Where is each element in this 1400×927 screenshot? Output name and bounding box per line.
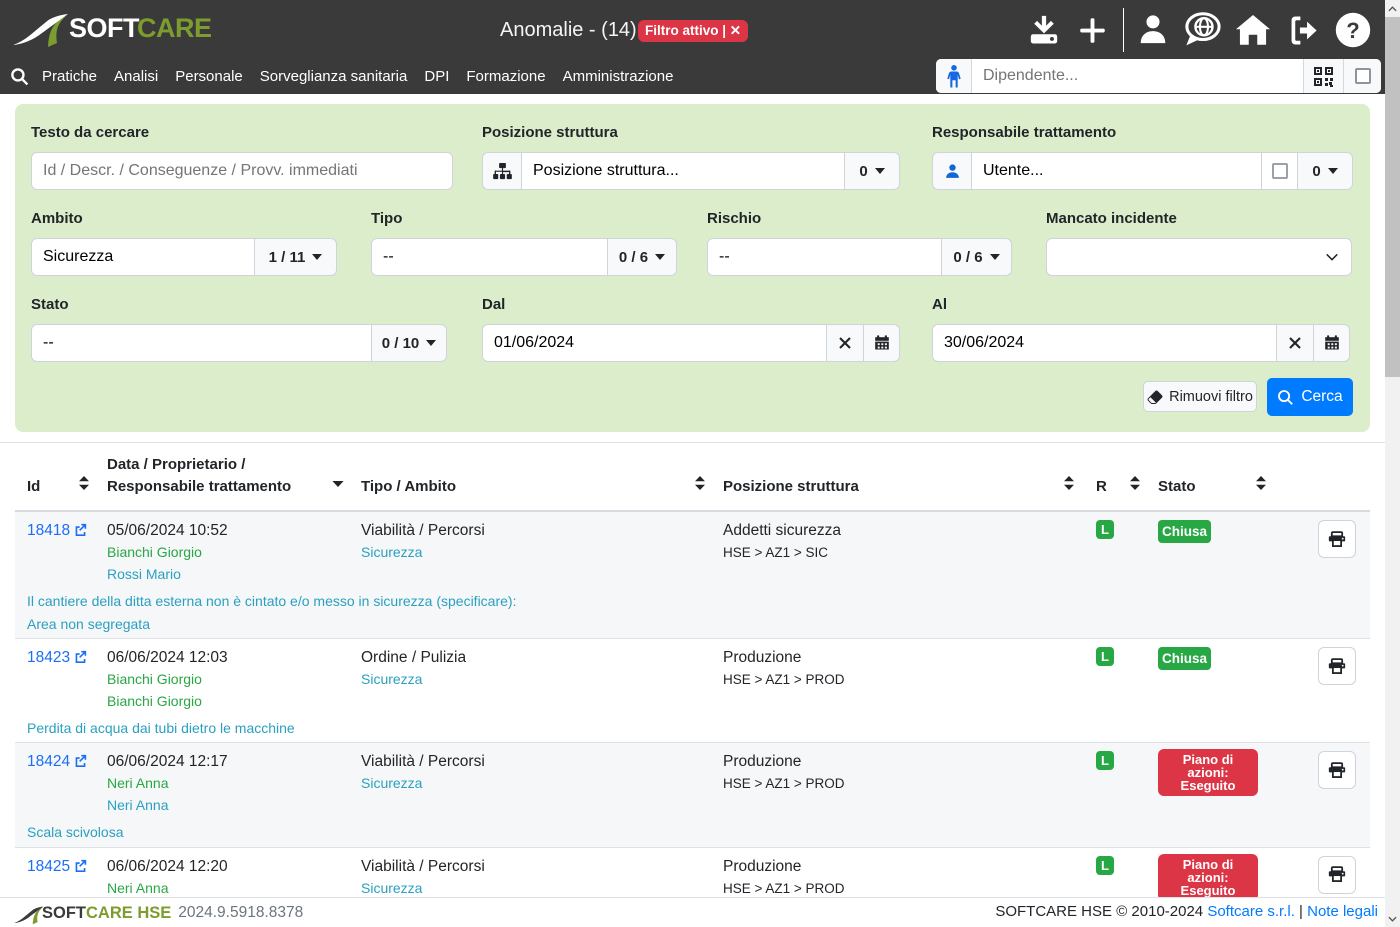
svg-text:?: ? xyxy=(1346,18,1359,43)
svg-text:SOFT: SOFT xyxy=(69,13,140,43)
svg-text:CARE: CARE xyxy=(137,13,212,43)
